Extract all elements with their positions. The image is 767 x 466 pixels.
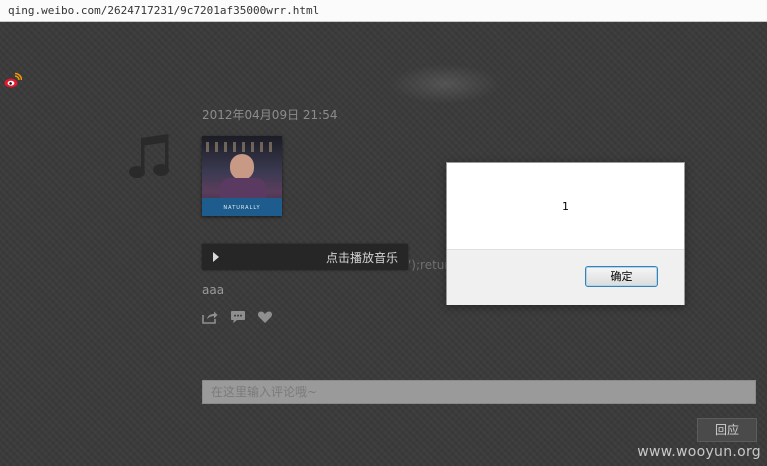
album-cover[interactable]: NATURALLY <box>202 136 282 216</box>
watermark: www.wooyun.org <box>637 444 761 460</box>
comment-icon[interactable] <box>230 310 246 324</box>
address-url[interactable]: qing.weibo.com/2624717231/9c7201af35000w… <box>8 4 319 17</box>
post-date: 2012年04月09日 21:54 <box>202 108 338 122</box>
share-icon[interactable] <box>202 310 218 324</box>
address-bar[interactable]: qing.weibo.com/2624717231/9c7201af35000w… <box>0 0 767 22</box>
comment-input[interactable] <box>202 380 756 404</box>
stage-lights <box>206 142 278 152</box>
alert-ok-button[interactable]: 确定 <box>585 266 658 287</box>
weibo-logo-icon[interactable] <box>4 72 22 90</box>
post-text: aaa <box>202 283 225 297</box>
alert-footer: 确定 <box>447 249 684 305</box>
singer-body <box>220 178 266 200</box>
music-player[interactable]: 点击播放音乐 <box>202 244 408 270</box>
album-caption: NATURALLY <box>223 205 261 211</box>
reply-button[interactable]: 回应 <box>697 418 757 442</box>
play-music-label[interactable]: 点击播放音乐 <box>326 249 398 266</box>
header-glow <box>390 64 500 104</box>
singer-face <box>230 154 254 180</box>
injected-script-text: ');retur <box>408 258 450 272</box>
heart-icon[interactable] <box>257 310 273 324</box>
music-note-icon <box>129 134 169 178</box>
alert-dialog: 1 确定 <box>446 162 685 305</box>
play-icon[interactable] <box>213 252 219 262</box>
alert-message: 1 <box>562 200 569 213</box>
